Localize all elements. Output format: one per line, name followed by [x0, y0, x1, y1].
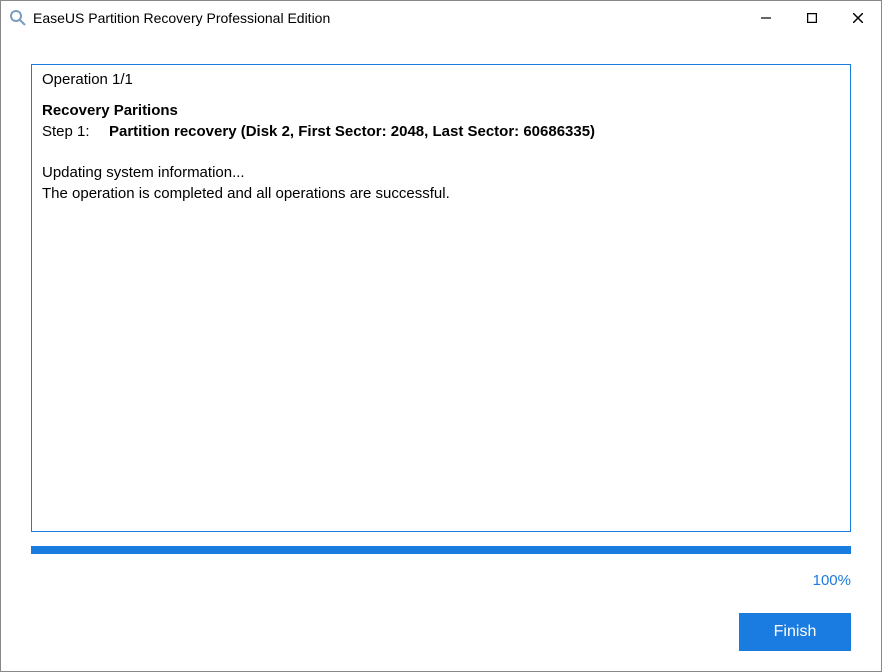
- minimize-button[interactable]: [743, 1, 789, 34]
- finish-button[interactable]: Finish: [739, 613, 851, 651]
- titlebar: EaseUS Partition Recovery Professional E…: [1, 1, 881, 34]
- window-controls: [743, 1, 881, 34]
- progress-percent-label: 100%: [31, 572, 851, 589]
- operation-box: Operation 1/1 Recovery Paritions Step 1:…: [31, 64, 851, 532]
- operation-header: Operation 1/1: [42, 71, 840, 88]
- recovery-title: Recovery Paritions: [42, 102, 840, 119]
- content-area: Operation 1/1 Recovery Paritions Step 1:…: [1, 34, 881, 671]
- status-text: Updating system information... The opera…: [42, 162, 840, 204]
- button-row: Finish: [31, 613, 851, 651]
- app-icon: [9, 9, 27, 27]
- window-title: EaseUS Partition Recovery Professional E…: [33, 10, 743, 26]
- close-button[interactable]: [835, 1, 881, 34]
- step-row: Step 1: Partition recovery (Disk 2, Firs…: [42, 123, 840, 140]
- step-detail: Partition recovery (Disk 2, First Sector…: [109, 123, 595, 140]
- maximize-button[interactable]: [789, 1, 835, 34]
- status-line-2: The operation is completed and all opera…: [42, 183, 840, 204]
- status-line-1: Updating system information...: [42, 162, 840, 183]
- step-label: Step 1:: [42, 123, 109, 140]
- progress-bar: [31, 546, 851, 554]
